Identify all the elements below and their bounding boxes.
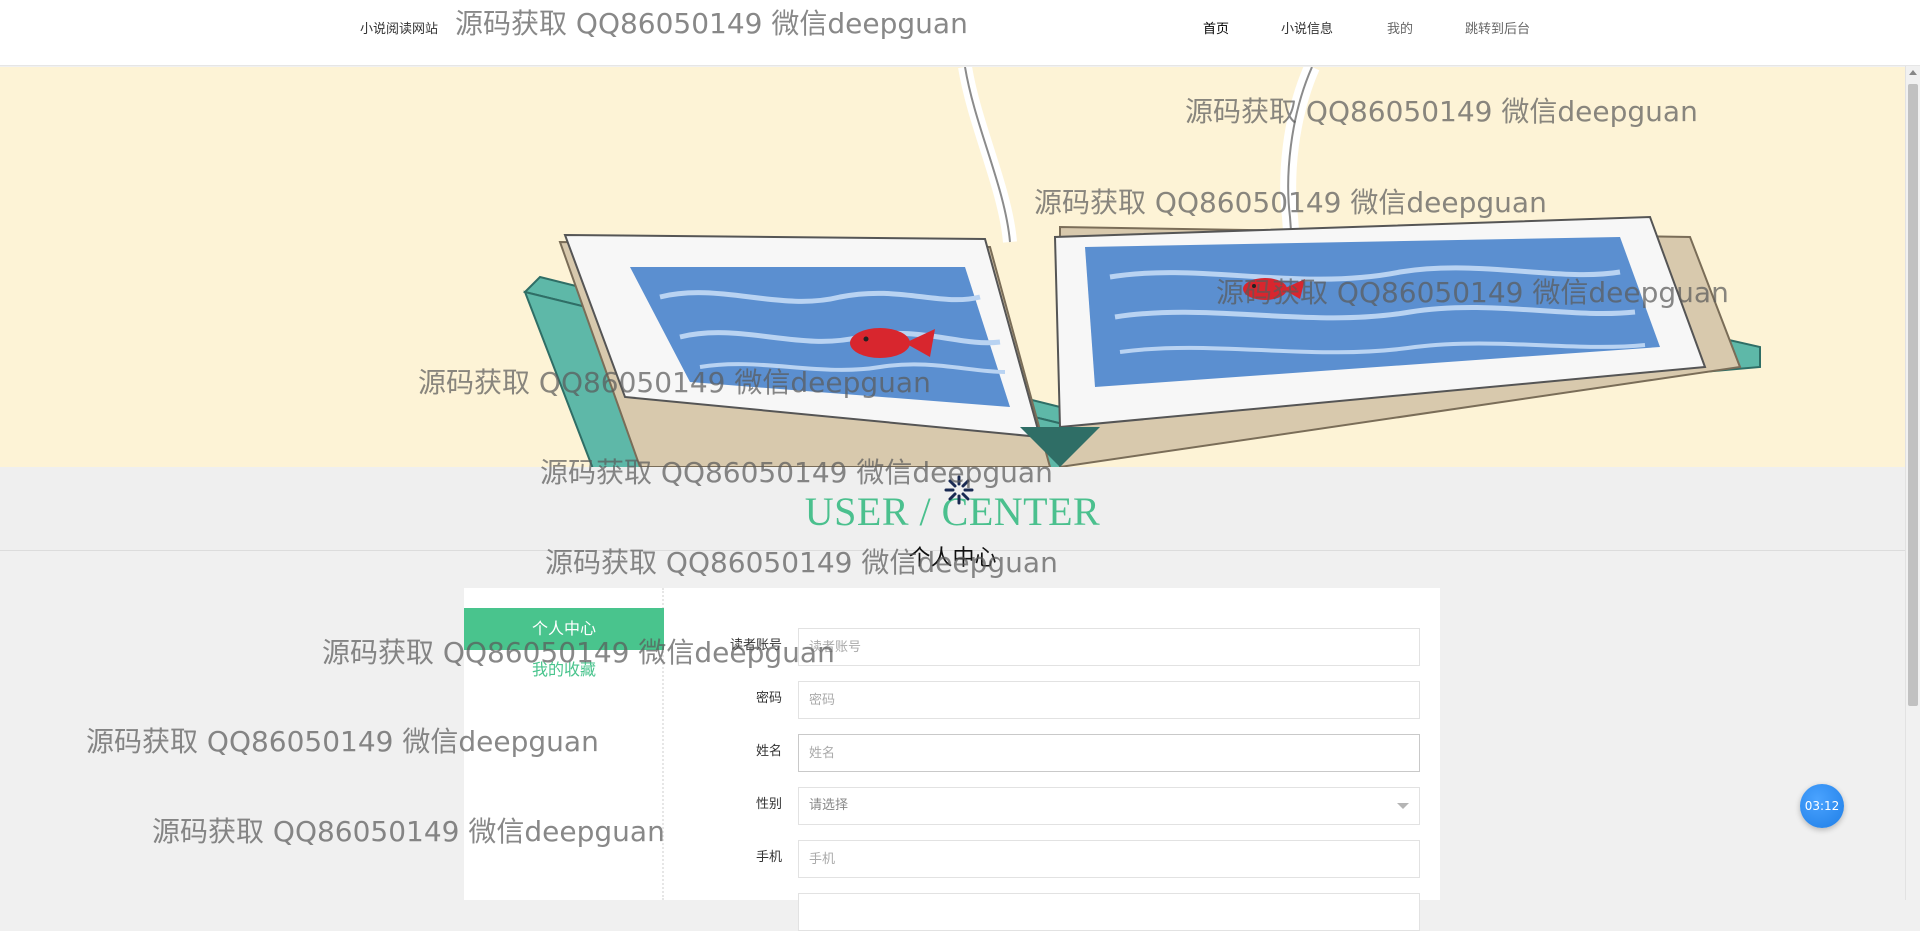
name-input[interactable] xyxy=(798,734,1420,772)
field-label-password: 密码 xyxy=(755,691,782,706)
field-label-gender: 性别 xyxy=(755,797,782,812)
account-input[interactable] xyxy=(798,628,1420,666)
sidebar-item-favorites[interactable]: 我的收藏 xyxy=(464,650,664,690)
form-row-name: 姓名 xyxy=(704,732,1424,772)
nav-mine[interactable]: 我的 xyxy=(1387,18,1413,37)
gender-select[interactable]: 请选择 xyxy=(798,787,1420,825)
chevron-down-icon xyxy=(1397,803,1409,809)
form-row-account: 读者账号 xyxy=(704,626,1424,666)
scroll-thumb[interactable] xyxy=(1908,84,1918,706)
page-scrollbar[interactable] xyxy=(1905,66,1920,900)
user-sidebar: 个人中心 我的收藏 xyxy=(464,588,664,900)
password-input[interactable] xyxy=(798,681,1420,719)
floating-timer-button[interactable]: 03:12 xyxy=(1800,784,1844,828)
phone-input[interactable] xyxy=(798,840,1420,878)
main-nav: 首页 小说信息 我的 跳转到后台 xyxy=(0,18,1920,38)
user-center-panel: 个人中心 我的收藏 读者账号 密码 姓名 性别 请选择 手机 xyxy=(464,588,1440,931)
form-row-password: 密码 xyxy=(704,679,1424,719)
hero-banner xyxy=(0,67,1905,467)
form-row-next xyxy=(704,891,1424,931)
nav-novel-info[interactable]: 小说信息 xyxy=(1281,18,1333,37)
top-navbar: 小说阅读网站 首页 小说信息 我的 跳转到后台 xyxy=(0,0,1920,66)
scroll-up-arrow-icon[interactable] xyxy=(1909,70,1917,75)
nav-admin-link[interactable]: 跳转到后台 xyxy=(1465,18,1530,37)
gender-select-value: 请选择 xyxy=(809,798,849,813)
field-label-name: 姓名 xyxy=(755,744,782,759)
open-book-illustration xyxy=(523,67,1761,467)
section-title-zh: 个人中心 xyxy=(908,546,997,571)
form-row-gender: 性别 请选择 xyxy=(704,785,1424,825)
field-label-account: 读者账号 xyxy=(729,638,782,653)
sidebar-item-profile[interactable]: 个人中心 xyxy=(464,608,664,650)
nav-home[interactable]: 首页 xyxy=(1203,18,1229,37)
form-row-phone: 手机 xyxy=(704,838,1424,878)
field-label-phone: 手机 xyxy=(755,850,782,865)
loading-spinner-icon xyxy=(944,475,974,505)
next-field-input[interactable] xyxy=(798,893,1420,931)
